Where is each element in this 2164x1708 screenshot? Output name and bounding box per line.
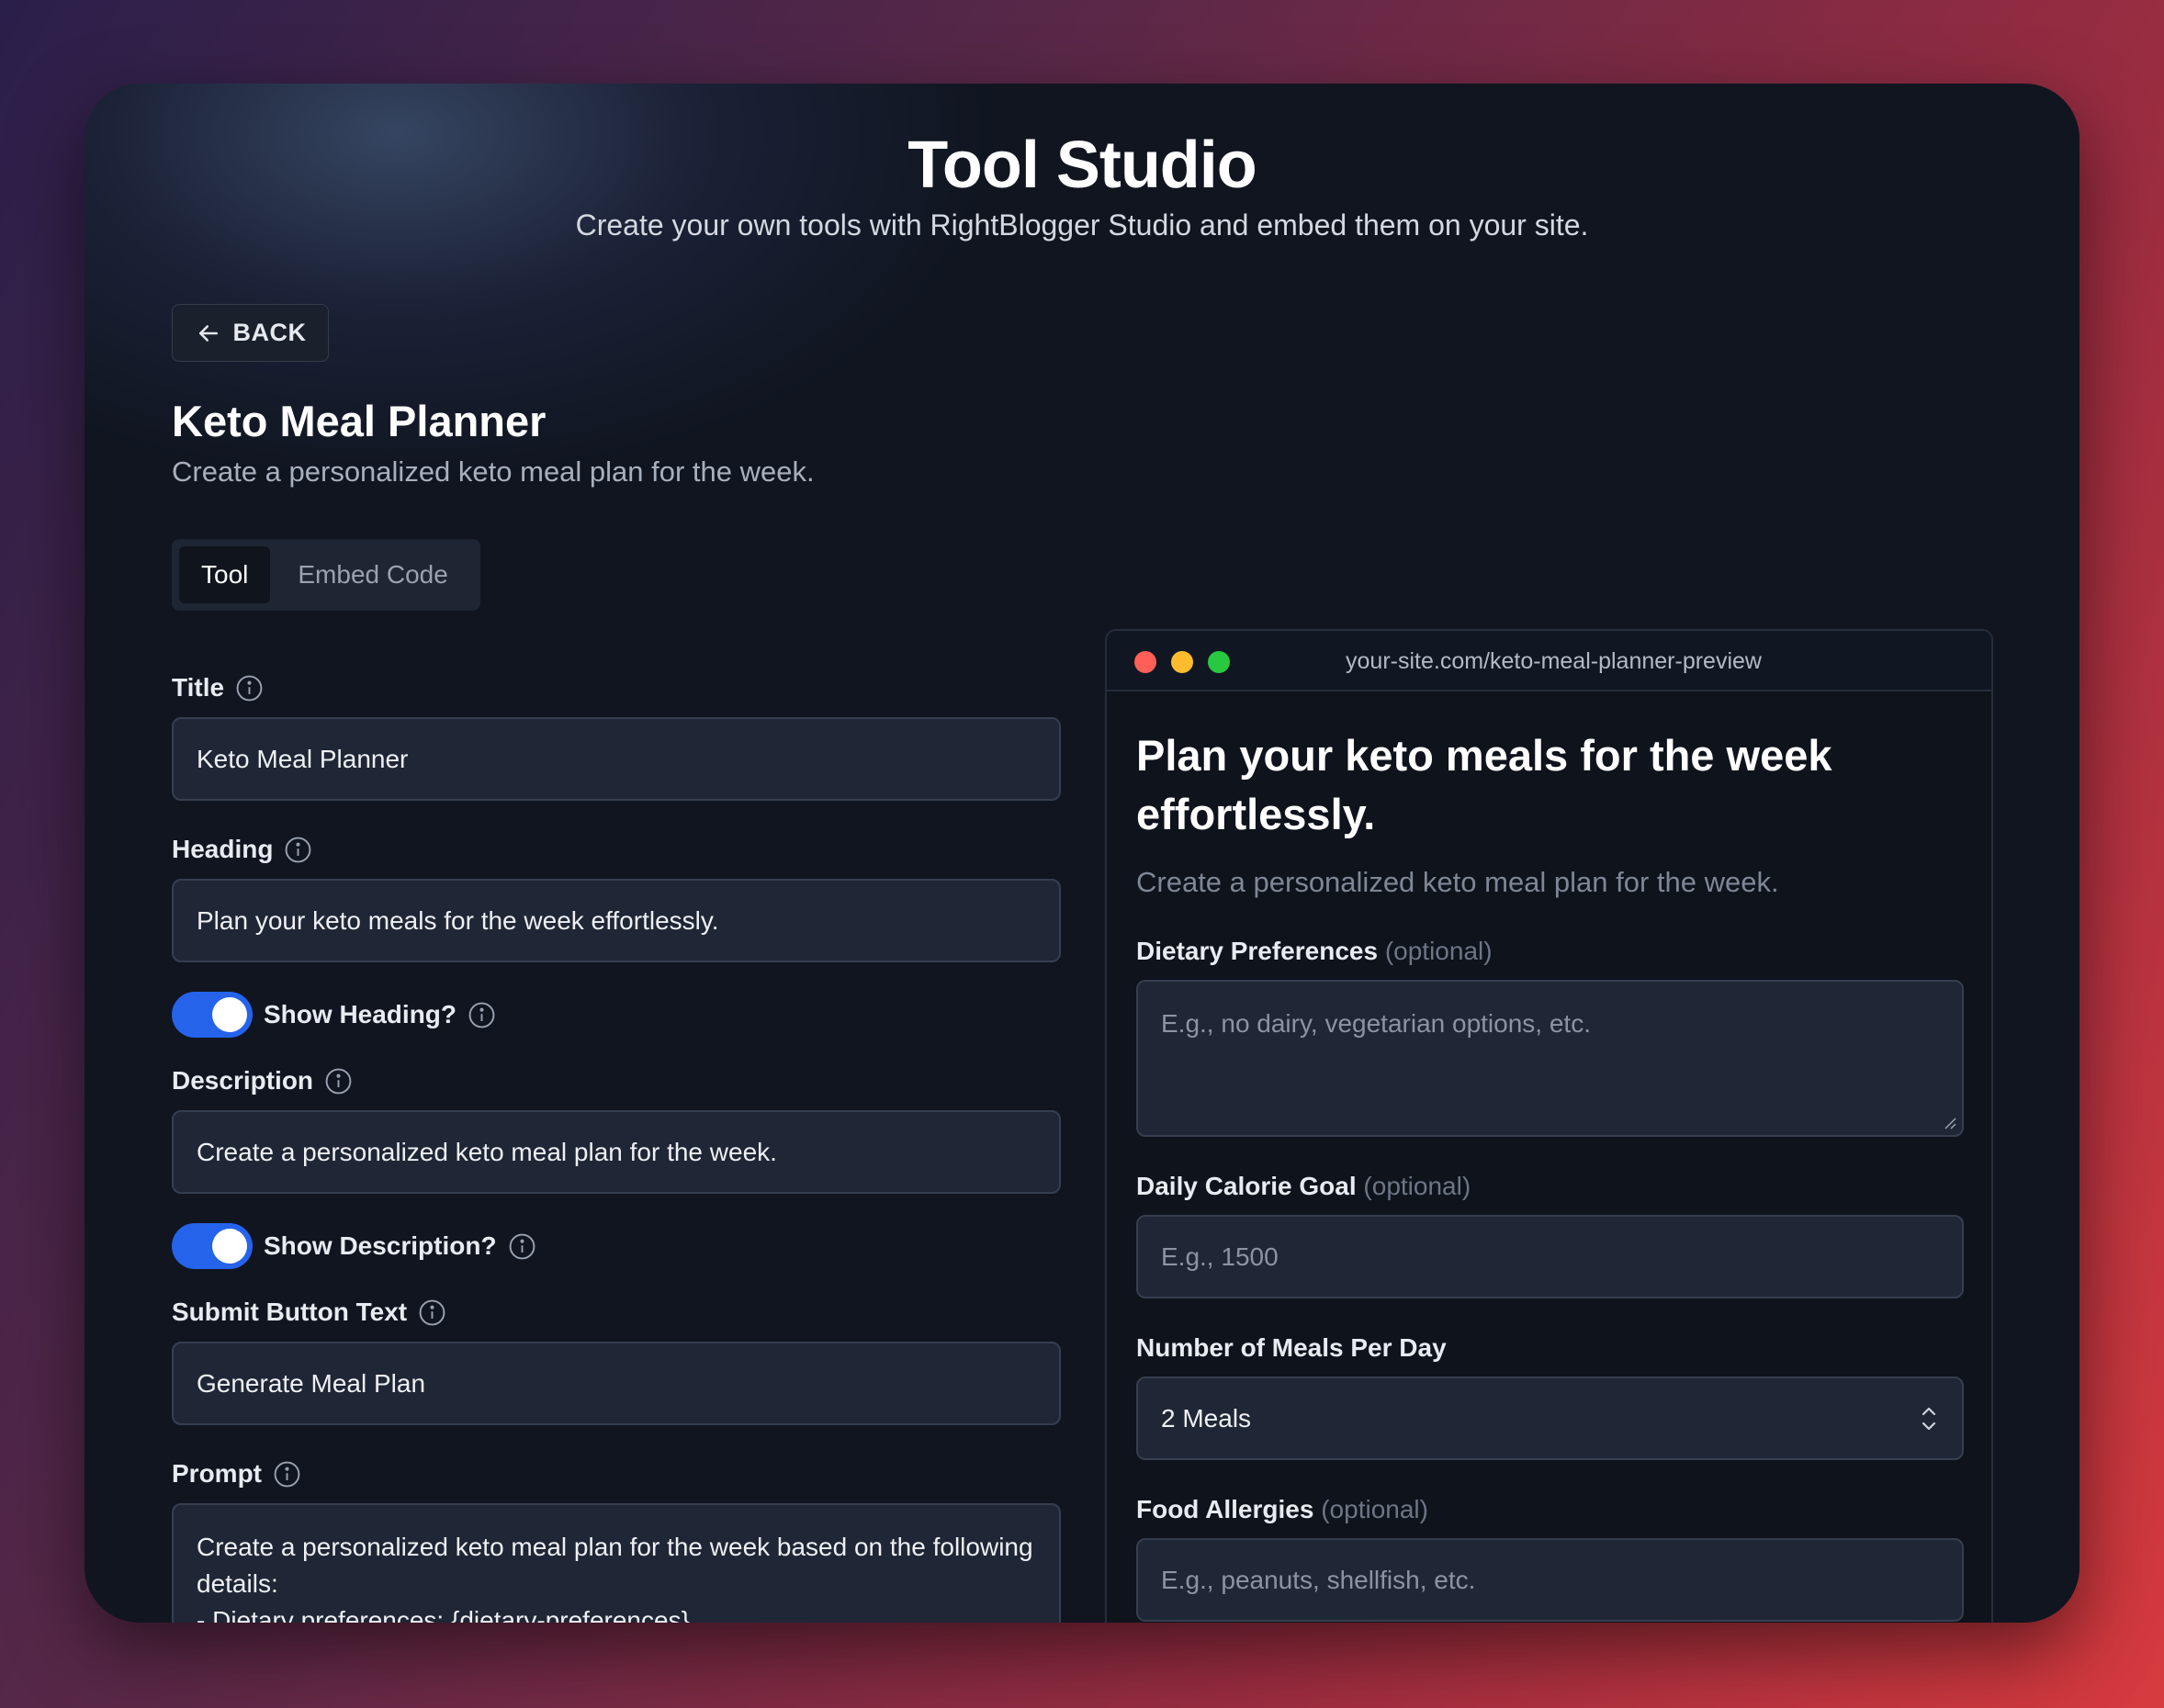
tab-bar: Tool Embed Code bbox=[172, 539, 480, 611]
allergies-label: Food Allergies (optional) bbox=[1136, 1495, 1428, 1524]
info-icon[interactable] bbox=[235, 674, 264, 702]
back-label: BACK bbox=[232, 319, 307, 346]
prompt-label-text: Prompt bbox=[172, 1459, 262, 1488]
heading-label: Heading bbox=[172, 835, 312, 864]
allergies-placeholder: E.g., peanuts, shellfish, etc. bbox=[1161, 1565, 1476, 1594]
optional-tag: (optional) bbox=[1363, 1172, 1471, 1200]
show-description-row: Show Description? bbox=[172, 1223, 536, 1269]
tool-name: Keto Meal Planner bbox=[172, 397, 547, 445]
calorie-label: Daily Calorie Goal (optional) bbox=[1136, 1172, 1471, 1201]
optional-tag: (optional) bbox=[1384, 937, 1493, 965]
resize-handle-icon[interactable] bbox=[1944, 1117, 1956, 1129]
info-icon[interactable] bbox=[418, 1298, 446, 1327]
page-header: Tool Studio Create your own tools with R… bbox=[85, 128, 2079, 242]
app-window: Tool Studio Create your own tools with R… bbox=[85, 84, 2079, 1623]
tab-embed-code[interactable]: Embed Code bbox=[276, 546, 469, 603]
allergies-label-text: Food Allergies bbox=[1136, 1495, 1314, 1523]
info-icon[interactable] bbox=[273, 1460, 301, 1489]
preview-browser-bar: your-site.com/keto-meal-planner-preview bbox=[1107, 631, 1991, 691]
preview-heading: Plan your keto meals for the week effort… bbox=[1136, 731, 1832, 838]
app-subtitle: Create your own tools with RightBlogger … bbox=[575, 208, 1589, 242]
prompt-label: Prompt bbox=[172, 1459, 301, 1489]
heading-input[interactable]: Plan your keto meals for the week effort… bbox=[172, 879, 1061, 962]
meals-select[interactable]: 2 Meals bbox=[1136, 1377, 1964, 1460]
back-button[interactable]: BACK bbox=[172, 304, 329, 362]
dietary-placeholder: E.g., no dairy, vegetarian options, etc. bbox=[1161, 1009, 1591, 1038]
show-description-toggle[interactable] bbox=[172, 1223, 253, 1269]
prompt-textarea[interactable]: Create a personalized keto meal plan for… bbox=[172, 1503, 1061, 1623]
calorie-input[interactable]: E.g., 1500 bbox=[1136, 1215, 1964, 1298]
submit-label-text: Submit Button Text bbox=[172, 1298, 408, 1326]
chevron-up-down-icon bbox=[1922, 1407, 1936, 1430]
dietary-label-text: Dietary Preferences bbox=[1136, 937, 1379, 965]
info-icon[interactable] bbox=[324, 1067, 353, 1096]
info-icon[interactable] bbox=[284, 836, 312, 864]
info-icon[interactable] bbox=[468, 1001, 496, 1029]
dietary-textarea[interactable]: E.g., no dairy, vegetarian options, etc. bbox=[1136, 980, 1964, 1137]
meals-label: Number of Meals Per Day bbox=[1136, 1333, 1447, 1363]
preview-url: your-site.com/keto-meal-planner-preview bbox=[1346, 648, 1762, 674]
tool-description: Create a personalized keto meal plan for… bbox=[172, 455, 815, 488]
calorie-label-text: Daily Calorie Goal bbox=[1136, 1172, 1357, 1200]
title-label: Title bbox=[172, 673, 264, 702]
tab-tool[interactable]: Tool bbox=[179, 546, 271, 603]
optional-tag: (optional) bbox=[1321, 1495, 1428, 1523]
allergies-input[interactable]: E.g., peanuts, shellfish, etc. bbox=[1136, 1538, 1964, 1622]
show-description-label: Show Description? bbox=[264, 1231, 497, 1260]
heading-label-text: Heading bbox=[172, 835, 274, 863]
title-input[interactable]: Keto Meal Planner bbox=[172, 717, 1061, 801]
app-title: Tool Studio bbox=[907, 129, 1257, 202]
submit-label: Submit Button Text bbox=[172, 1298, 446, 1327]
show-heading-row: Show Heading? bbox=[172, 992, 496, 1038]
preview-panel: your-site.com/keto-meal-planner-preview … bbox=[1105, 629, 1993, 1623]
show-heading-toggle[interactable] bbox=[172, 992, 253, 1038]
description-label-text: Description bbox=[172, 1066, 314, 1095]
show-heading-label: Show Heading? bbox=[264, 1000, 456, 1028]
submit-text-input[interactable]: Generate Meal Plan bbox=[172, 1342, 1061, 1425]
title-label-text: Title bbox=[172, 673, 225, 702]
description-label: Description bbox=[172, 1066, 353, 1096]
info-icon[interactable] bbox=[508, 1232, 536, 1261]
preview-description: Create a personalized keto meal plan for… bbox=[1136, 866, 1779, 898]
description-input[interactable]: Create a personalized keto meal plan for… bbox=[172, 1110, 1061, 1194]
dietary-label: Dietary Preferences (optional) bbox=[1136, 937, 1493, 966]
meals-value: 2 Meals bbox=[1161, 1403, 1252, 1433]
calorie-placeholder: E.g., 1500 bbox=[1161, 1242, 1279, 1271]
arrow-left-icon bbox=[198, 324, 218, 342]
meals-label-text: Number of Meals Per Day bbox=[1136, 1333, 1447, 1362]
